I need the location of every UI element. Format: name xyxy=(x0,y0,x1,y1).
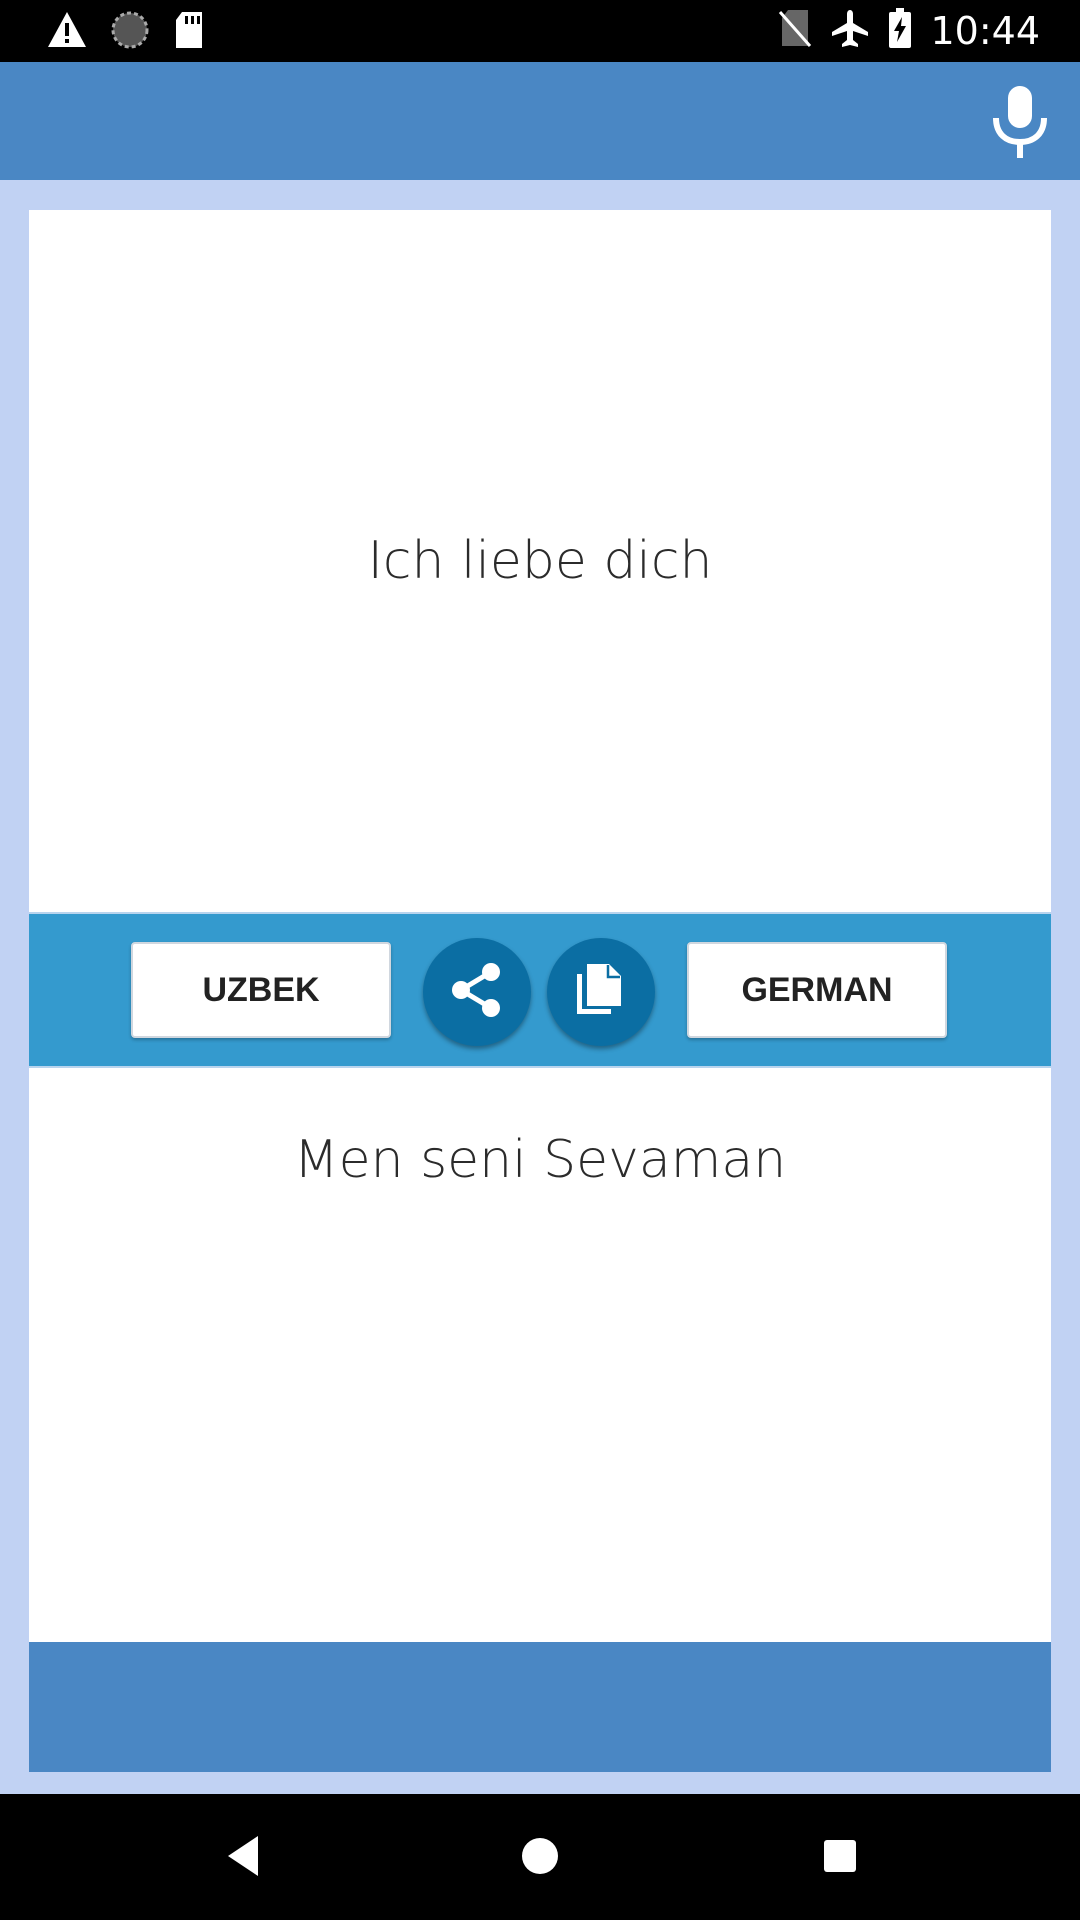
app-bar xyxy=(0,62,1080,180)
source-text-panel[interactable]: Ich liebe dich xyxy=(29,210,1051,912)
sd-card-icon xyxy=(172,10,206,55)
home-icon[interactable] xyxy=(520,1832,560,1885)
result-text: Men seni Sevaman xyxy=(293,1130,787,1190)
microphone-icon[interactable] xyxy=(986,84,1054,160)
language-toolbar: UZBEK GERMAN xyxy=(29,912,1051,1068)
no-sim-icon xyxy=(778,8,812,53)
source-text: Ich liebe dich xyxy=(367,531,713,591)
status-bar: 10:44 xyxy=(0,0,1080,62)
result-text-panel: Men seni Sevaman xyxy=(29,1068,1051,1642)
navigation-bar xyxy=(0,1794,1080,1920)
copy-icon xyxy=(571,960,631,1025)
sync-icon xyxy=(110,10,150,55)
warning-icon xyxy=(46,10,88,55)
recents-icon[interactable] xyxy=(820,1832,860,1885)
back-icon[interactable] xyxy=(222,1832,262,1885)
battery-charging-icon xyxy=(888,8,912,53)
status-time: 10:44 xyxy=(930,8,1040,53)
copy-button[interactable] xyxy=(547,938,655,1046)
footer-bar xyxy=(29,1642,1051,1772)
share-button[interactable] xyxy=(423,938,531,1046)
share-icon xyxy=(445,958,509,1027)
airplane-icon xyxy=(830,8,870,53)
target-language-button[interactable]: GERMAN xyxy=(687,942,947,1038)
source-language-button[interactable]: UZBEK xyxy=(131,942,391,1038)
